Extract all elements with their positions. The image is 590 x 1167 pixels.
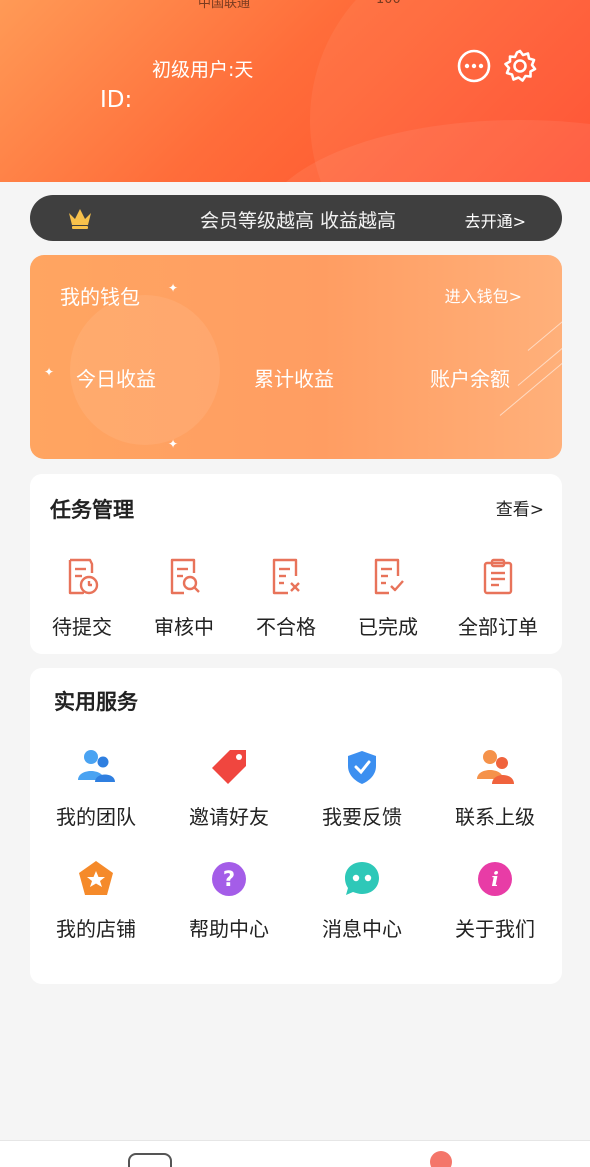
service-label: 我要反馈 — [322, 805, 402, 829]
service-message-center[interactable]: 消息中心 — [297, 858, 427, 942]
task-item-label: 待提交 — [52, 615, 112, 639]
service-label: 我的店铺 — [56, 917, 136, 941]
total-earnings-label: 累计收益 — [254, 367, 334, 391]
task-item-completed[interactable]: 已完成 — [338, 556, 438, 640]
user-id-label: ID: — [100, 87, 133, 113]
task-item-label: 全部订单 — [458, 615, 538, 639]
vip-banner-text: 会员等级越高 收益越高 — [200, 210, 397, 232]
clipboard-icon — [483, 558, 513, 595]
chat-bubble-icon[interactable] — [456, 48, 492, 84]
vip-open-link[interactable]: 去开通> — [465, 208, 526, 232]
service-contact-superior[interactable]: 联系上级 — [430, 746, 560, 830]
service-about-us[interactable]: i 关于我们 — [430, 858, 560, 942]
vip-banner[interactable]: 会员等级越高 收益越高 去开通> — [30, 195, 562, 241]
task-item-label: 不合格 — [256, 615, 316, 639]
service-label: 帮助中心 — [189, 917, 269, 941]
task-section-title: 任务管理 — [50, 498, 134, 522]
task-management-card: 任务管理 查看> 待提交 审核中 不合格 已完成 全部订单 — [30, 474, 562, 654]
svg-text:?: ? — [223, 867, 235, 891]
profile-header: 中国联通 100 初级用户:天 ID: — [0, 0, 590, 182]
task-item-pending[interactable]: 待提交 — [32, 556, 132, 640]
today-earnings-label: 今日收益 — [76, 367, 156, 391]
task-view-link[interactable]: 查看> — [496, 495, 544, 520]
svg-text:i: i — [491, 867, 499, 891]
bottom-tab-bar — [0, 1140, 590, 1167]
service-label: 邀请好友 — [189, 805, 269, 829]
shield-icon — [348, 751, 376, 784]
completed-document-icon — [374, 558, 404, 595]
tab-profile-icon[interactable] — [430, 1151, 452, 1167]
service-label: 关于我们 — [455, 917, 535, 941]
status-right-text: 100 — [376, 0, 401, 7]
task-item-label: 已完成 — [358, 615, 418, 639]
wallet-title: 我的钱包 — [60, 285, 140, 309]
service-invite-friends[interactable]: 邀请好友 — [164, 746, 294, 830]
crown-icon — [69, 209, 91, 229]
tag-icon — [212, 750, 246, 784]
store-icon — [79, 861, 113, 895]
settings-gear-icon[interactable] — [502, 48, 538, 84]
service-my-store[interactable]: 我的店铺 — [31, 858, 161, 942]
wallet-card[interactable]: ✦ ✦ ✦ 我的钱包 进入钱包> 今日收益 累计收益 账户余额 — [30, 255, 562, 459]
wallet-decoration — [517, 340, 562, 386]
service-my-team[interactable]: 我的团队 — [31, 746, 161, 830]
info-icon: i — [478, 862, 512, 896]
sparkle-icon: ✦ — [44, 365, 55, 379]
rejected-document-icon — [272, 558, 300, 595]
clock-document-icon — [68, 558, 99, 595]
tab-home-icon[interactable] — [128, 1153, 172, 1167]
sparkle-icon: ✦ — [168, 281, 179, 295]
contact-icon — [477, 750, 514, 784]
sparkle-icon: ✦ — [168, 437, 179, 451]
service-label: 我的团队 — [56, 805, 136, 829]
service-label: 消息中心 — [322, 917, 402, 941]
task-item-reviewing[interactable]: 审核中 — [134, 556, 234, 640]
service-label: 联系上级 — [455, 805, 535, 829]
message-icon — [345, 862, 379, 895]
account-balance-label: 账户余额 — [430, 367, 510, 391]
utility-services-card: 实用服务 我的团队 邀请好友 我要反馈 联系上级 我的店铺 ? 帮助中心 消息中… — [30, 668, 562, 984]
task-item-label: 审核中 — [154, 615, 214, 639]
wallet-decoration — [527, 311, 562, 351]
user-level-label: 初级用户:天 — [152, 59, 254, 81]
carrier-label: 中国联通 — [198, 0, 251, 11]
task-item-failed[interactable]: 不合格 — [236, 556, 336, 640]
search-document-icon — [170, 558, 200, 595]
task-item-all-orders[interactable]: 全部订单 — [448, 556, 548, 640]
team-icon — [78, 750, 115, 782]
service-help-center[interactable]: ? 帮助中心 — [164, 858, 294, 942]
help-icon: ? — [212, 862, 246, 896]
enter-wallet-link[interactable]: 进入钱包> — [445, 283, 522, 307]
service-feedback[interactable]: 我要反馈 — [297, 746, 427, 830]
services-section-title: 实用服务 — [54, 690, 138, 714]
